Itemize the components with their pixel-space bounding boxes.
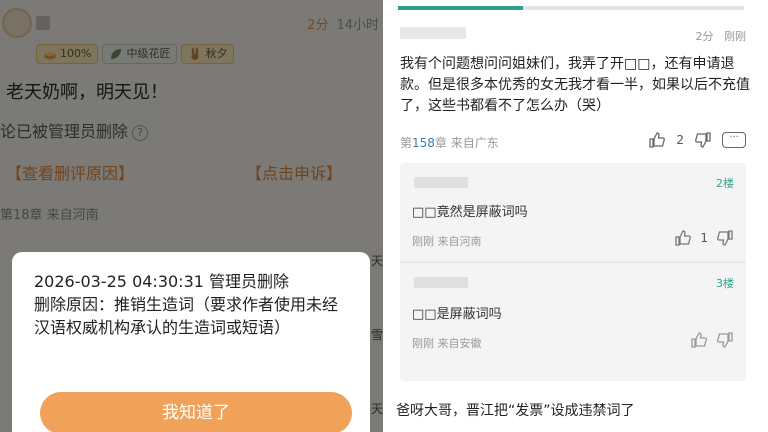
thumbs-up-icon[interactable] (690, 331, 708, 349)
post-chapter-info: 第158章 来自广东 (400, 136, 499, 150)
acknowledge-button[interactable]: 我知道了 (40, 392, 352, 432)
username-redacted (400, 27, 466, 39)
time-label: 刚刚 (724, 30, 746, 43)
username-redacted (414, 177, 468, 188)
reply-divider (400, 261, 746, 263)
post-text: 我有个问题想问问姐妹们，我弄了开□□，还有申请退款。但是很多本优秀的女无我才看一… (400, 56, 750, 114)
reply-meta: 刚刚 来自安徽 (412, 337, 482, 350)
post-meta: 2分 刚刚 (696, 28, 747, 44)
floor-label: 2分 (695, 30, 714, 43)
thumbs-down-icon[interactable] (716, 331, 734, 349)
thumbs-down-icon[interactable] (694, 131, 712, 149)
deletion-timestamp: 2026-03-25 04:30:31 管理员删除 (34, 272, 290, 291)
thumbs-down-icon[interactable] (716, 229, 734, 247)
thumbs-up-icon[interactable] (648, 131, 666, 149)
deletion-dialog: 2026-03-25 04:30:31 管理员删除 删除原因：推销生造词（要求作… (12, 252, 370, 432)
reply-text: □□竟然是屏蔽词吗 (412, 205, 528, 220)
reply-actions: 1 (674, 229, 734, 247)
like-count: 2 (676, 133, 684, 147)
dialog-body: 2026-03-25 04:30:31 管理员删除 删除原因：推销生造词（要求作… (34, 270, 350, 339)
deletion-reason: 删除原因：推销生造词（要求作者使用未经汉语权威机构承认的生造词或短语） (34, 295, 339, 337)
caption-text: 爸呀大哥，晋江把“发票”设成违禁词了 (396, 403, 635, 419)
chapter-number: 158 (412, 136, 435, 150)
reading-progress-bar (398, 6, 744, 10)
reply-actions (690, 331, 734, 349)
right-screenshot: 2分 刚刚 我有个问题想问问姐妹们，我弄了开□□，还有申请退款。但是很多本优秀的… (392, 0, 768, 432)
floor-label: 3楼 (716, 277, 734, 290)
like-count: 1 (700, 231, 708, 245)
more-options-icon[interactable]: ··· (722, 132, 746, 148)
reply-meta: 刚刚 来自河南 (412, 235, 482, 248)
username-redacted (414, 277, 468, 288)
thumbs-up-icon[interactable] (674, 229, 692, 247)
progress-fill (398, 6, 523, 10)
replies-container: 2楼 □□竟然是屏蔽词吗 刚刚 来自河南 1 3楼 □□是屏蔽词吗 刚刚 来自安… (400, 163, 746, 381)
left-screenshot: 2分14小时 100% 中级花匠 秋夕 老天奶啊，明天见！ 论已被管理员删除? … (0, 0, 383, 432)
reply-text: □□是屏蔽词吗 (412, 307, 502, 322)
panel-divider (383, 0, 392, 432)
post-actions: 2 ··· (648, 131, 746, 149)
floor-label: 2楼 (716, 177, 734, 190)
